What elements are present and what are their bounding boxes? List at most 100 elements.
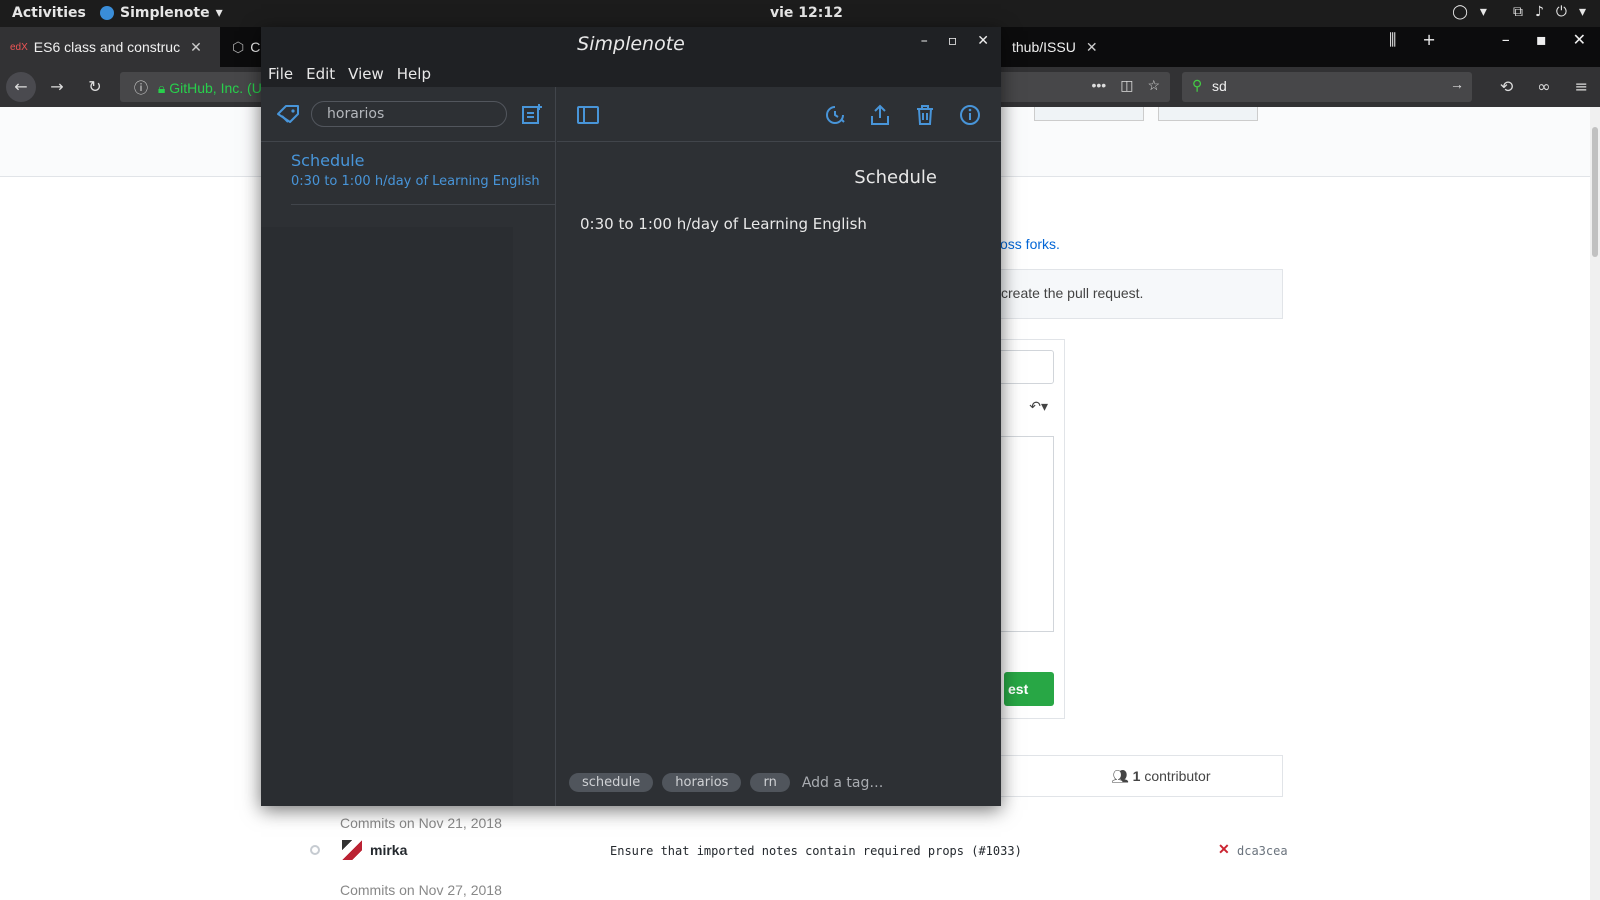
maximize-icon[interactable]: ▫ xyxy=(948,33,958,49)
search-input[interactable]: ⚲ sd → xyxy=(1182,72,1472,102)
window-controls: – ▫ ✕ xyxy=(921,33,989,49)
note-list-item[interactable]: Schedule 0:30 to 1:00 h/day of Learning … xyxy=(291,151,555,205)
menu-edit[interactable]: Edit xyxy=(306,61,335,87)
app-menu[interactable]: Simplenote ▾ xyxy=(100,5,223,21)
new-tab-icon[interactable]: + xyxy=(1422,30,1435,50)
people-icon: 👥︎ xyxy=(1111,768,1129,784)
tab-label: C xyxy=(250,39,261,55)
notes-list-empty-area xyxy=(261,227,513,806)
notes-sidebar: horarios Schedule 0:30 to 1:00 h/day of … xyxy=(261,87,556,806)
browser-tab-controls: ⫼ + – ▪ ✕ xyxy=(1389,30,1586,50)
commit-dot-icon xyxy=(310,845,320,855)
tag-bar: schedule horarios rn Add a tag… xyxy=(569,773,883,792)
window-titlebar[interactable]: Simplenote – ▫ ✕ xyxy=(261,27,1001,61)
clock[interactable]: vie 12:12 xyxy=(770,5,843,21)
tab-label: thub/ISSU xyxy=(1012,39,1076,55)
network-icon[interactable]: ⧉ xyxy=(1513,4,1523,20)
chevron-down-icon: ▾ xyxy=(215,5,223,21)
minimize-icon[interactable]: – xyxy=(1502,30,1510,50)
menu-view[interactable]: View xyxy=(348,61,384,87)
history-icon[interactable] xyxy=(823,103,847,127)
browser-tab[interactable]: edX ES6 class and construc ✕ xyxy=(0,27,220,67)
create-pull-request-button[interactable]: est xyxy=(1004,672,1054,706)
simplenote-window: Simplenote – ▫ ✕ File Edit View Help hor… xyxy=(261,27,1001,806)
note-preview: 0:30 to 1:00 h/day of Learning English xyxy=(291,174,540,189)
tab-favicon-icon: ⬡ xyxy=(232,38,245,55)
scrollbar-thumb[interactable] xyxy=(1592,127,1598,257)
contributors-count: 1 xyxy=(1132,768,1141,784)
chevron-down-icon[interactable]: ▾ xyxy=(1579,4,1586,20)
reply-icon[interactable]: ↶▾ xyxy=(1029,398,1048,415)
close-icon[interactable]: ✕ xyxy=(190,39,202,56)
url-bar-actions: ••• ◫ ☆ xyxy=(1091,77,1160,94)
trash-icon[interactable] xyxy=(913,103,937,127)
share-icon[interactable] xyxy=(868,103,892,127)
gnome-top-bar: Activities Simplenote ▾ vie 12:12 ◯ ▾ ⧉ … xyxy=(0,0,1600,27)
browser-tab[interactable]: thub/ISSU ✕ xyxy=(1002,27,1122,67)
browser-tab[interactable]: ⬡ C xyxy=(222,27,262,67)
close-icon[interactable]: ✕ xyxy=(1086,39,1098,56)
note-body[interactable]: 0:30 to 1:00 h/day of Learning English xyxy=(580,215,867,233)
commits-date-header: Commits on Nov 21, 2018 xyxy=(340,815,502,831)
lock-icon: 🔒︎ xyxy=(157,80,166,96)
close-icon[interactable]: ✕ xyxy=(1573,30,1586,50)
tag-chip[interactable]: horarios xyxy=(662,773,742,792)
tags-icon[interactable] xyxy=(275,103,301,125)
pocket-icon[interactable]: ◫ xyxy=(1120,77,1133,94)
tab-favicon-icon: edX xyxy=(10,41,28,53)
app-menu-label: Simplenote xyxy=(120,5,210,21)
avatar[interactable] xyxy=(342,840,362,860)
close-icon[interactable]: ✕ xyxy=(977,33,989,49)
new-note-icon[interactable] xyxy=(521,103,543,125)
mask-icon[interactable]: ∞ xyxy=(1537,77,1550,96)
failed-status-icon[interactable]: ✕ xyxy=(1218,841,1230,858)
pr-info-text: create the pull request. xyxy=(1001,285,1144,301)
editor-toolbar xyxy=(557,87,1001,142)
menu-file[interactable]: File xyxy=(268,61,293,87)
library-icon[interactable]: ⫼ xyxy=(1389,30,1396,50)
url-identity-text: GitHub, Inc. (U xyxy=(169,80,262,96)
info-icon[interactable] xyxy=(958,103,982,127)
contributors-label: contributor xyxy=(1144,768,1211,784)
reload-icon[interactable]: ↻ xyxy=(82,74,108,100)
star-button[interactable] xyxy=(1034,107,1144,121)
search-value: horarios xyxy=(327,106,385,122)
commit-row: mirka Ensure that imported notes contain… xyxy=(310,837,1288,867)
menu-help[interactable]: Help xyxy=(397,61,431,87)
menu-bar: File Edit View Help xyxy=(261,61,1001,87)
more-icon[interactable]: ••• xyxy=(1091,77,1106,94)
compare-forks-link[interactable]: oss forks. xyxy=(1000,236,1060,252)
forward-arrow-icon[interactable]: → xyxy=(44,74,70,100)
commit-author[interactable]: mirka xyxy=(370,842,407,858)
activities-button[interactable]: Activities xyxy=(12,5,86,21)
history-icon[interactable]: ⟲ xyxy=(1500,77,1513,96)
maximize-icon[interactable]: ▪ xyxy=(1536,30,1547,50)
tag-chip[interactable]: rn xyxy=(750,773,790,792)
note-title: Schedule xyxy=(291,151,365,170)
hamburger-menu-icon[interactable]: ≡ xyxy=(1575,77,1588,96)
commit-sha[interactable]: dca3cea xyxy=(1237,844,1288,858)
info-icon[interactable]: ⓘ xyxy=(134,80,148,96)
chevron-down-icon[interactable]: ▾ xyxy=(1480,4,1487,20)
window-title: Simplenote xyxy=(577,33,685,55)
tab-label: ES6 class and construc xyxy=(33,39,181,55)
page-scrollbar[interactable] xyxy=(1590,107,1600,900)
commit-message[interactable]: Ensure that imported notes contain requi… xyxy=(610,844,1022,858)
fork-button[interactable] xyxy=(1158,107,1258,121)
system-tray[interactable]: ◯ ▾ ⧉ ♪ ⏻ ▾ xyxy=(1452,4,1586,20)
add-tag-input[interactable]: Add a tag… xyxy=(802,775,884,791)
tag-chip[interactable]: schedule xyxy=(569,773,654,792)
power-icon[interactable]: ⏻ xyxy=(1556,4,1567,20)
note-editor: Schedule 0:30 to 1:00 h/day of Learning … xyxy=(557,87,1001,806)
status-circle-icon[interactable]: ◯ xyxy=(1452,4,1468,20)
contributors-bar[interactable]: 👥︎ 1 contributor xyxy=(980,755,1283,797)
bookmark-star-icon[interactable]: ☆ xyxy=(1147,77,1160,94)
back-arrow-icon[interactable]: ← xyxy=(6,72,36,102)
search-input[interactable]: horarios xyxy=(311,101,507,127)
simplenote-logo-icon xyxy=(100,6,114,20)
note-heading[interactable]: Schedule xyxy=(854,167,937,188)
toggle-sidebar-icon[interactable] xyxy=(576,103,600,127)
volume-icon[interactable]: ♪ xyxy=(1535,4,1544,20)
go-arrow-icon[interactable]: → xyxy=(1450,76,1464,92)
minimize-icon[interactable]: – xyxy=(921,33,928,49)
